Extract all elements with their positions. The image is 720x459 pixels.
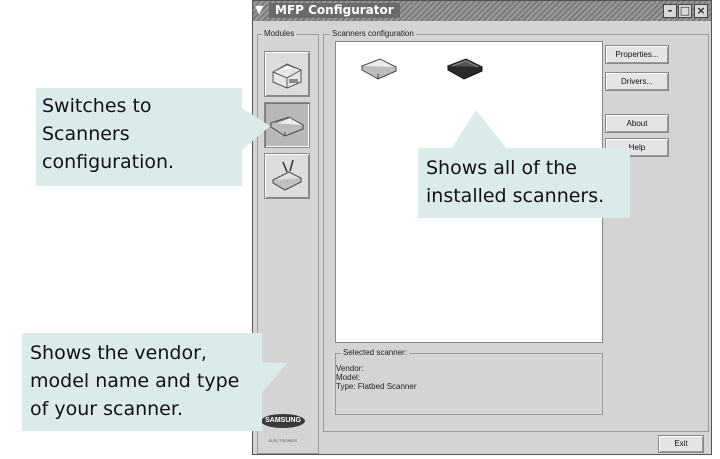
callout-switches-line-2: Scanners (42, 123, 130, 145)
callout-shows-all: Shows all of the installed scanners. (418, 148, 630, 218)
callout-switches: Switches to Scanners configuration. (36, 88, 242, 186)
callout-shows-vendor: Shows the vendor, model name and type of… (22, 333, 262, 431)
callout-shows-vendor-line-3: of your scanner. (30, 398, 183, 420)
callout-shows-all-line-2: installed scanners. (426, 185, 605, 207)
callout-switches-line-3: configuration. (42, 151, 175, 173)
callout-switches-line-1: Switches to (42, 95, 152, 117)
callout-shows-vendor-line-1: Shows the vendor, (30, 342, 207, 364)
callout-shows-vendor-line-2: model name and type (30, 370, 240, 392)
callout-shows-all-line-1: Shows all of the (426, 157, 577, 179)
